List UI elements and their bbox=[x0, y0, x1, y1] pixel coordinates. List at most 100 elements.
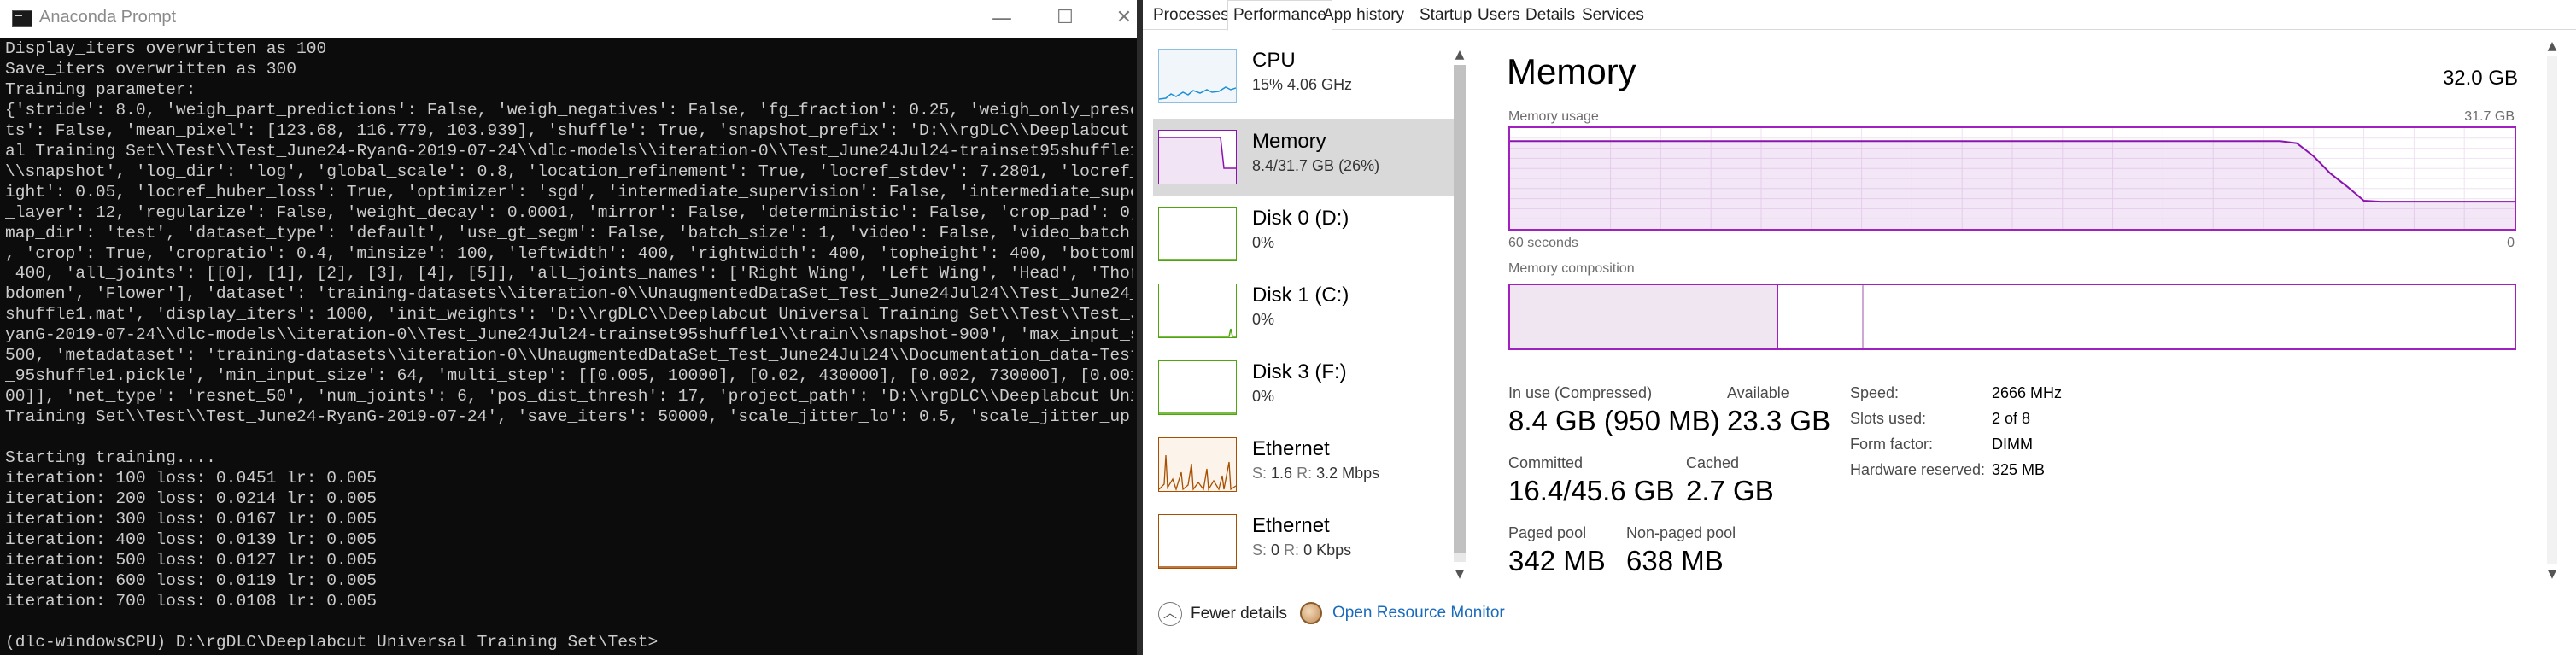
slots-used-label: Slots used: bbox=[1850, 410, 1927, 427]
resource-memory[interactable]: Memory 8.4/31.7 GB (26%) bbox=[1153, 119, 1457, 196]
console-line: iteration: 500 loss: 0.0127 lr: 0.005 bbox=[5, 550, 378, 570]
resource-detail: 0% bbox=[1252, 311, 1275, 328]
console-line: _95shuffle1.pickle', 'min_input_size': 6… bbox=[5, 366, 1133, 386]
tab-services[interactable]: Services bbox=[1582, 3, 1644, 27]
scroll-down-icon[interactable]: ▼ bbox=[2544, 565, 2561, 582]
nonpaged-pool-value: 638 MB bbox=[1626, 545, 1724, 576]
fewer-details-label: Fewer details bbox=[1191, 605, 1287, 623]
scroll-up-icon[interactable]: ▲ bbox=[2544, 38, 2561, 55]
resource-cpu[interactable]: CPU 15% 4.06 GHz bbox=[1153, 38, 1457, 114]
resource-ethernet-2[interactable]: Ethernet S: 0 R: 0 Kbps bbox=[1153, 503, 1457, 580]
in-use-label: In use (Compressed) bbox=[1508, 384, 1653, 401]
console-line: _layer': 12, 'regularize': False, 'weigh… bbox=[5, 202, 1133, 222]
console-line: iteration: 100 loss: 0.0451 lr: 0.005 bbox=[5, 469, 378, 488]
console-line: Starting training.... bbox=[5, 448, 216, 468]
tab-performance[interactable]: Performance bbox=[1227, 0, 1332, 31]
tab-users[interactable]: Users bbox=[1478, 3, 1520, 27]
memory-usage-max: 31.7 GB bbox=[2464, 109, 2515, 124]
console-line: \\snapshot', 'log_dir': 'log', 'global_s… bbox=[5, 161, 1133, 181]
fewer-details-button[interactable]: ︿ Fewer details bbox=[1158, 602, 1287, 626]
console-output[interactable]: Display_iters overwritten as 100 Save_it… bbox=[5, 39, 1133, 650]
chevron-up-icon: ︿ bbox=[1158, 602, 1182, 626]
scroll-down-icon[interactable]: ▼ bbox=[1452, 565, 1467, 582]
console-line: shuffle1.mat', 'display_iters': 1000, 'i… bbox=[5, 305, 1133, 325]
slots-used-value: 2 of 8 bbox=[1992, 410, 2031, 427]
console-titlebar[interactable]: Anaconda Prompt — ☐ ✕ bbox=[0, 0, 1137, 38]
command-prompt[interactable]: (dlc-windowsCPU) D:\rgDLC\Deeplabcut Uni… bbox=[5, 633, 658, 650]
tab-details[interactable]: Details bbox=[1525, 3, 1575, 27]
resource-name: Disk 1 (C:) bbox=[1252, 284, 1349, 307]
resource-detail: S: 1.6 R: 3.2 Mbps bbox=[1252, 465, 1379, 482]
console-line: iteration: 600 loss: 0.0119 lr: 0.005 bbox=[5, 570, 378, 590]
resource-name: Ethernet bbox=[1252, 514, 1330, 537]
resource-detail: 0% bbox=[1252, 234, 1275, 251]
resource-name: CPU bbox=[1252, 49, 1296, 72]
resource-list: CPU 15% 4.06 GHz Memory 8.4/31.7 GB (26%… bbox=[1153, 38, 1457, 584]
tab-startup[interactable]: Startup bbox=[1420, 3, 1472, 27]
scrollbar-thumb[interactable] bbox=[1454, 65, 1466, 553]
resource-ethernet-1[interactable]: Ethernet S: 1.6 R: 3.2 Mbps bbox=[1153, 426, 1457, 503]
available-label: Available bbox=[1727, 384, 1789, 401]
nonpaged-pool-label: Non-paged pool bbox=[1626, 524, 1736, 541]
window-divider bbox=[1137, 0, 1143, 655]
ethernet-2-thumbnail bbox=[1158, 514, 1237, 569]
console-line: {'stride': 8.0, 'weigh_part_predictions'… bbox=[5, 100, 1133, 120]
send-value: 0 bbox=[1271, 541, 1280, 559]
console-line: iteration: 200 loss: 0.0214 lr: 0.005 bbox=[5, 488, 378, 508]
resource-monitor-icon bbox=[1300, 602, 1322, 624]
memory-total: 32.0 GB bbox=[2442, 67, 2518, 90]
available-value: 23.3 GB bbox=[1727, 405, 1831, 436]
memory-title: Memory bbox=[1507, 51, 1636, 91]
cpu-thumbnail bbox=[1158, 49, 1237, 103]
console-line: bdomen', 'Flower'], 'dataset': 'training… bbox=[5, 284, 1133, 304]
graph-axis-time: 60 seconds bbox=[1508, 236, 1578, 250]
maximize-button[interactable]: ☐ bbox=[1048, 5, 1082, 31]
close-button[interactable]: ✕ bbox=[1107, 5, 1137, 31]
scrollbar-track[interactable] bbox=[2547, 56, 2557, 564]
disk-0-thumbnail-graph bbox=[1159, 259, 1236, 260]
anaconda-prompt-window[interactable]: Anaconda Prompt — ☐ ✕ Display_iters over… bbox=[0, 0, 1137, 655]
receive-label: R: bbox=[1284, 541, 1300, 559]
resource-disk-0[interactable]: Disk 0 (D:) 0% bbox=[1153, 196, 1457, 272]
cpu-thumbnail-graph bbox=[1159, 50, 1236, 102]
console-line: 400, 'all_joints': [[0], [1], [2], [3], … bbox=[5, 264, 1133, 284]
window-title: Anaconda Prompt bbox=[39, 8, 177, 26]
console-line: Display_iters overwritten as 100 bbox=[5, 39, 327, 58]
resource-name: Disk 0 (D:) bbox=[1252, 207, 1349, 230]
console-line: ight': 0.05, 'locref_huber_loss': True, … bbox=[5, 182, 1133, 202]
resource-disk-3[interactable]: Disk 3 (F:) 0% bbox=[1153, 349, 1457, 426]
send-label: S: bbox=[1252, 541, 1268, 559]
memory-composition-label: Memory composition bbox=[1508, 261, 1635, 276]
receive-value: 3.2 Mbps bbox=[1316, 465, 1380, 482]
receive-label: R: bbox=[1297, 465, 1313, 482]
detail-panel-scrollbar[interactable]: ▲ ▼ bbox=[2544, 34, 2561, 588]
disk-1-thumbnail bbox=[1158, 284, 1237, 338]
open-resource-monitor-link[interactable]: Open Resource Monitor bbox=[1300, 602, 1505, 624]
paged-pool-value: 342 MB bbox=[1508, 545, 1606, 576]
resource-disk-1[interactable]: Disk 1 (C:) 0% bbox=[1153, 272, 1457, 349]
console-line: , 'crop': True, 'cropratio': 0.4, 'minsi… bbox=[5, 243, 1133, 263]
send-value: 1.6 bbox=[1271, 465, 1293, 482]
paged-pool-label: Paged pool bbox=[1508, 524, 1587, 541]
console-line: iteration: 400 loss: 0.0139 lr: 0.005 bbox=[5, 529, 378, 549]
memory-usage-label: Memory usage bbox=[1508, 109, 1599, 124]
resource-detail: 0% bbox=[1252, 388, 1275, 405]
graph-axis-zero: 0 bbox=[2507, 236, 2515, 250]
speed-label: Speed: bbox=[1850, 384, 1900, 401]
console-line: Save_iters overwritten as 300 bbox=[5, 59, 296, 79]
composition-modified bbox=[1777, 285, 1864, 348]
resource-detail: 15% 4.06 GHz bbox=[1252, 76, 1353, 93]
tab-app-history[interactable]: App history bbox=[1323, 3, 1404, 27]
resource-list-scrollbar[interactable]: ▲ ▼ bbox=[1452, 43, 1467, 586]
scroll-up-icon[interactable]: ▲ bbox=[1452, 46, 1467, 63]
memory-thumbnail bbox=[1158, 130, 1237, 184]
open-resource-monitor-label: Open Resource Monitor bbox=[1332, 604, 1505, 623]
terminal-icon bbox=[12, 10, 32, 27]
committed-label: Committed bbox=[1508, 454, 1584, 471]
tab-processes[interactable]: Processes bbox=[1153, 3, 1229, 27]
resource-name: Ethernet bbox=[1252, 437, 1330, 460]
send-label: S: bbox=[1252, 465, 1268, 482]
ethernet-1-thumbnail bbox=[1158, 437, 1237, 492]
minimize-button[interactable]: — bbox=[985, 5, 1019, 31]
console-line: 500, 'metadataset': 'training-datasets\\… bbox=[5, 346, 1133, 366]
